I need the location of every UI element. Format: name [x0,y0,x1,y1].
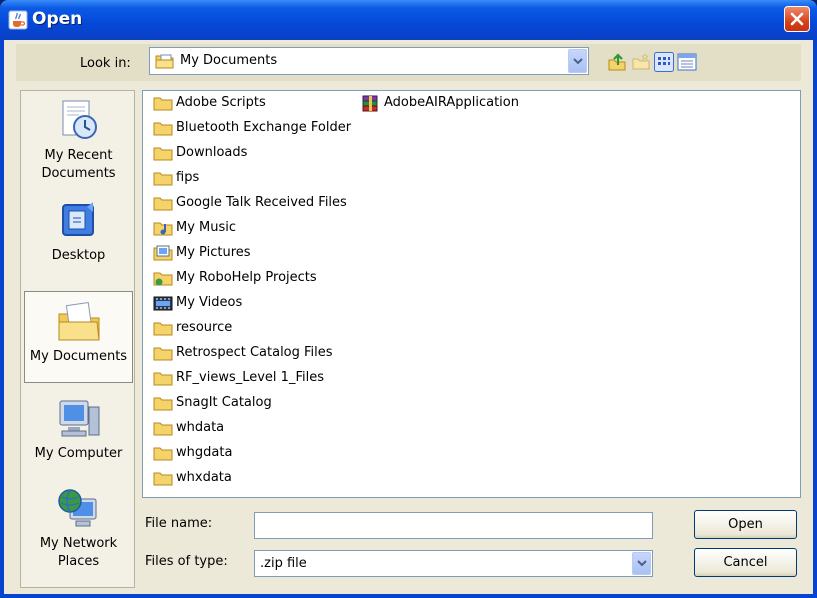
look-in-label: Look in: [80,56,131,71]
file-name: resource [176,320,233,335]
list-item[interactable]: SnagIt Catalog [153,393,353,413]
look-in-combo[interactable]: My Documents [149,47,589,75]
videos-folder-icon [153,296,173,311]
list-item[interactable]: Google Talk Received Files [153,193,363,213]
places-bar: My Recent Documents Desktop My Documents… [20,90,135,588]
place-label-line: My Network [39,536,118,551]
music-folder-icon [153,222,173,236]
place-my-documents[interactable]: My Documents [24,291,133,383]
file-name: whxdata [176,470,232,485]
place-desktop[interactable]: Desktop [24,199,133,277]
up-one-level-icon[interactable] [607,52,627,72]
folder-icon [153,322,173,336]
folder-icon [153,147,173,161]
open-button[interactable]: Open [694,510,797,539]
place-label-line: My Computer [34,446,123,461]
list-item[interactable]: resource [153,318,353,338]
pictures-folder-icon [153,245,173,261]
place-label-line: My Documents [29,349,128,364]
look-in-dropdown-button[interactable] [568,49,587,73]
file-type-combo[interactable]: .zip file [254,550,653,577]
recent-documents-icon [62,100,97,139]
place-network-places[interactable]: My Network Places [24,487,133,583]
place-label-line: Desktop [51,248,106,263]
file-name: Google Talk Received Files [176,195,347,210]
folder-icon [153,97,173,111]
list-item[interactable]: Bluetooth Exchange Folder [153,118,363,138]
list-item[interactable]: My Pictures [153,243,353,263]
folder-icon [153,447,173,461]
place-label-line: My Recent [44,148,113,163]
list-item[interactable]: Adobe Scripts [153,93,353,113]
folder-icon [153,347,173,361]
my-documents-small-icon [155,54,174,69]
java-cup-icon [8,10,28,30]
file-name: My Pictures [176,245,251,260]
close-icon [790,12,804,26]
folder-icon [153,397,173,411]
file-name: AdobeAIRApplication [384,95,519,110]
list-view-icon[interactable] [654,52,674,72]
list-item[interactable]: My Music [153,218,353,238]
list-item[interactable]: My RoboHelp Projects [153,268,353,288]
my-documents-icon [58,302,100,341]
archive-icon [362,95,378,112]
file-name: fips [176,170,200,185]
file-name: Retrospect Catalog Files [176,345,333,360]
dialog-body: Look in: My Documents My Recent Document… [4,40,813,594]
file-name: Bluetooth Exchange Folder [176,120,352,135]
place-recent-documents[interactable]: My Recent Documents [24,99,133,187]
file-list[interactable]: Adobe Scripts Bluetooth Exchange Folder … [142,90,801,498]
file-type-dropdown-button[interactable] [632,552,651,575]
open-dialog: Open Look in: My Documents My Recent Doc… [0,0,817,598]
place-my-computer[interactable]: My Computer [24,397,133,475]
list-item[interactable]: whdata [153,418,353,438]
folder-icon [153,472,173,486]
folder-icon [153,372,173,386]
folder-icon [153,422,173,436]
place-label-line: Places [57,554,100,569]
close-button[interactable] [784,6,810,32]
desktop-icon [61,202,94,236]
file-name: whdata [176,420,225,435]
file-name: My Videos [176,295,243,310]
list-item[interactable]: AdobeAIRApplication [361,93,561,113]
shared-folder-icon [153,272,173,286]
file-type-label: Files of type: [145,554,228,569]
folder-icon [153,122,173,136]
title-bar[interactable]: Open [0,0,817,40]
file-name: whgdata [176,445,233,460]
file-type-value: .zip file [260,556,307,571]
file-name: Adobe Scripts [176,95,266,110]
details-view-icon[interactable] [677,52,697,72]
window-title: Open [32,9,83,29]
look-in-value: My Documents [180,53,278,68]
my-computer-icon [59,400,99,437]
list-item[interactable]: whxdata [153,468,353,488]
network-places-icon [57,489,96,527]
file-name: My Music [176,220,237,235]
list-item[interactable]: Downloads [153,143,353,163]
place-label-line: Documents [41,166,116,181]
list-item[interactable]: whgdata [153,443,353,463]
file-name: My RoboHelp Projects [176,270,317,285]
list-item[interactable]: fips [153,168,353,188]
new-folder-icon[interactable] [631,52,651,72]
chevron-down-icon [637,560,647,567]
file-name: Downloads [176,145,248,160]
chevron-down-icon [573,58,583,65]
cancel-button[interactable]: Cancel [694,548,797,577]
list-item[interactable]: My Videos [153,293,353,313]
list-item[interactable]: RF_views_Level 1_Files [153,368,363,388]
file-name: RF_views_Level 1_Files [176,370,324,385]
file-name-input[interactable] [254,512,653,539]
folder-icon [153,172,173,186]
file-name-label: File name: [145,516,213,531]
list-item[interactable]: Retrospect Catalog Files [153,343,363,363]
folder-icon [153,197,173,211]
file-name: SnagIt Catalog [176,395,272,410]
